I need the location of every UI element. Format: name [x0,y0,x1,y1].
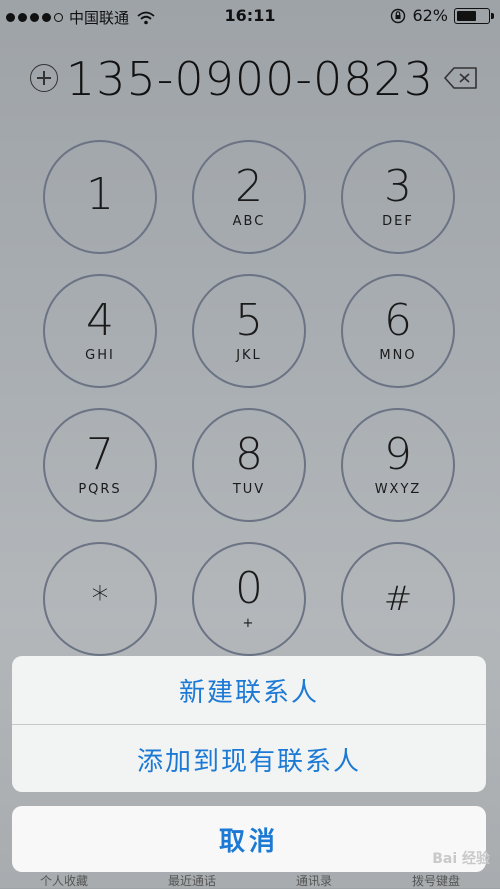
key-digit: * [91,579,109,619]
key-digit: 1 [86,168,114,220]
key-digit: 6 [384,295,412,346]
key-0[interactable]: 0 + [192,542,306,656]
tab-bar: 个人收藏 最近通话 通讯录 拨号键盘 [0,870,500,888]
key-digit: 2 [235,161,263,212]
key-3[interactable]: 3 DEF [341,140,455,254]
watermark: Bai 经验 [432,851,490,867]
tab-keypad[interactable]: 拨号键盘 [412,870,460,888]
delete-icon[interactable] [444,66,478,90]
battery-percent: 62% [412,6,448,25]
key-2[interactable]: 2 ABC [192,140,306,254]
action-sheet: 新建联系人 添加到现有联系人 [12,656,486,792]
key-6[interactable]: 6 MNO [341,274,455,388]
key-digit: # [383,579,413,619]
tab-favorites[interactable]: 个人收藏 [40,870,88,888]
key-digit: 9 [384,429,412,480]
status-right: 62% [390,6,494,25]
key-digit: 7 [86,429,114,480]
key-letters: + [242,616,256,631]
key-letters: TUV [232,482,266,497]
key-4[interactable]: 4 GHI [43,274,157,388]
key-letters: MNO [379,348,417,363]
key-digit: 8 [235,429,263,480]
add-to-existing-contact-button[interactable]: 添加到现有联系人 [12,725,486,792]
tab-recents[interactable]: 最近通话 [168,870,216,888]
new-contact-button[interactable]: 新建联系人 [12,656,486,724]
battery-level [457,10,476,21]
cancel-button[interactable]: 取消 [12,806,486,872]
key-digit: 0 [235,563,263,614]
key-letters: GHI [85,348,115,363]
rotation-lock-icon [391,8,406,23]
tab-contacts[interactable]: 通讯录 [296,870,332,888]
key-digit: 3 [384,161,412,212]
key-digit: 4 [86,295,114,346]
key-letters: DEF [382,214,414,229]
number-row: 135-0900-0823 [0,52,500,112]
key-letters: ABC [232,214,266,229]
key-letters: JKL [236,348,262,363]
key-8[interactable]: 8 TUV [192,408,306,522]
key-1[interactable]: 1 [43,140,157,254]
key-9[interactable]: 9 WXYZ [341,408,455,522]
status-bar: 中国联通 16:11 62% [0,0,500,34]
key-digit: 5 [235,295,263,346]
key-hash[interactable]: # [341,542,455,656]
key-letters: PQRS [78,482,122,497]
dialed-number: 135-0900-0823 [65,52,435,106]
key-letters: WXYZ [374,482,422,497]
battery-icon [454,7,494,24]
key-star[interactable]: * [43,542,157,656]
key-7[interactable]: 7 PQRS [43,408,157,522]
key-5[interactable]: 5 JKL [192,274,306,388]
